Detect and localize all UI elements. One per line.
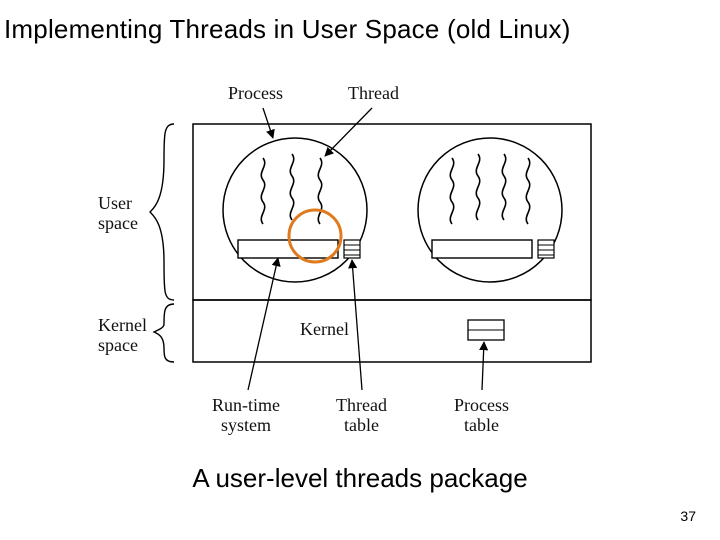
process-table-box <box>468 320 504 340</box>
label-kernel-space: Kernelspace <box>98 316 147 356</box>
brace-kernel-space <box>154 304 174 362</box>
process-circle-right <box>418 138 562 282</box>
runtime-bar-right <box>432 240 532 258</box>
label-user-space: Userspace <box>98 194 138 234</box>
runtime-bar-left <box>238 240 338 258</box>
label-process: Process <box>228 84 283 104</box>
threads-diagram <box>0 0 720 540</box>
kernel-space-box <box>193 300 591 362</box>
arrow-process <box>263 108 273 138</box>
process-circle-left <box>223 138 367 282</box>
label-kernel: Kernel <box>300 320 349 340</box>
thread-table-right <box>538 240 554 258</box>
label-runtime-system: Run-timesystem <box>212 396 280 436</box>
page-number: 37 <box>680 508 696 524</box>
arrow-thread <box>325 108 372 156</box>
thread-table-left <box>344 240 360 258</box>
label-process-table: Processtable <box>454 396 509 436</box>
arrow-runtime <box>248 258 278 390</box>
label-thread-table: Threadtable <box>336 396 387 436</box>
slide-caption: A user-level threads package <box>0 463 720 494</box>
label-thread: Thread <box>348 84 399 104</box>
arrow-thread-table <box>352 260 362 390</box>
brace-user-space <box>150 124 174 300</box>
arrow-process-table <box>482 342 484 390</box>
